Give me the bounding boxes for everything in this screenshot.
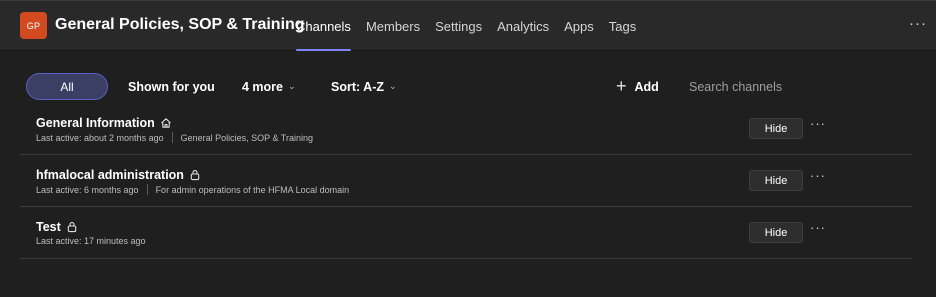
hide-button[interactable]: Hide (749, 222, 803, 243)
more-options-icon[interactable]: ··· (810, 220, 826, 235)
channel-name: Test (36, 220, 78, 234)
channel-meta: Last active: 17 minutes ago (36, 236, 146, 246)
add-channel-button[interactable]: + Add (616, 73, 659, 100)
team-header: GP General Policies, SOP & Training Chan… (0, 1, 936, 51)
chevron-down-icon: ⌄ (389, 81, 397, 91)
channel-meta: Last active: about 2 months ago General … (36, 132, 313, 143)
divider (171, 132, 173, 143)
divider (146, 184, 148, 195)
last-active-text: Last active: 17 minutes ago (36, 236, 146, 246)
lock-icon (67, 222, 77, 233)
last-active-text: Last active: about 2 months ago (36, 132, 164, 143)
team-avatar[interactable]: GP (20, 12, 47, 39)
tab-channels[interactable]: Channels (296, 1, 351, 51)
filter-more-dropdown[interactable]: 4 more ⌄ (242, 73, 296, 100)
tab-settings[interactable]: Settings (435, 1, 482, 51)
add-label: Add (634, 79, 659, 94)
channel-row[interactable]: hfmalocal administration Last active: 6 … (20, 155, 912, 207)
channel-meta: Last active: 6 months ago For admin oper… (36, 184, 349, 195)
team-tabs: Channels Members Settings Analytics Apps… (296, 1, 651, 51)
channel-description: General Policies, SOP & Training (180, 132, 313, 143)
channel-list: General Information Last active: about 2… (20, 103, 912, 259)
home-icon (160, 118, 171, 128)
sort-dropdown[interactable]: Sort: A-Z ⌄ (331, 73, 397, 100)
channel-name-text: General Information (36, 116, 155, 130)
more-options-icon[interactable]: ··· (810, 116, 826, 131)
channel-name: General Information (36, 116, 172, 130)
team-title: General Policies, SOP & Training (55, 16, 305, 33)
channel-row[interactable]: General Information Last active: about 2… (20, 103, 912, 155)
channel-name-text: hfmalocal administration (36, 168, 184, 182)
more-options-icon[interactable]: ··· (810, 168, 826, 183)
more-options-icon[interactable]: ··· (909, 15, 927, 32)
tab-members[interactable]: Members (366, 1, 420, 51)
hide-button[interactable]: Hide (749, 170, 803, 191)
tab-analytics[interactable]: Analytics (497, 1, 549, 51)
filter-all-button[interactable]: All (26, 73, 108, 100)
sort-label: Sort: A-Z (331, 79, 384, 94)
chevron-down-icon: ⌄ (288, 81, 296, 91)
plus-icon: + (616, 76, 627, 96)
filter-more-label: 4 more (242, 79, 283, 94)
hide-button[interactable]: Hide (749, 118, 803, 139)
channel-name: hfmalocal administration (36, 168, 201, 182)
search-channels-input[interactable] (681, 73, 811, 100)
channel-description: For admin operations of the HFMA Local d… (155, 184, 350, 195)
teams-window: GP General Policies, SOP & Training Chan… (0, 0, 936, 297)
filter-shown-for-you-button[interactable]: Shown for you (128, 73, 215, 100)
channel-name-text: Test (36, 220, 61, 234)
last-active-text: Last active: 6 months ago (36, 184, 139, 195)
tab-apps[interactable]: Apps (564, 1, 594, 51)
tab-tags[interactable]: Tags (609, 1, 636, 51)
channel-row[interactable]: Test Last active: 17 minutes ago Hide ··… (20, 207, 912, 259)
lock-icon (190, 170, 200, 181)
channel-filter-bar: All Shown for you 4 more ⌄ Sort: A-Z ⌄ +… (26, 73, 916, 101)
